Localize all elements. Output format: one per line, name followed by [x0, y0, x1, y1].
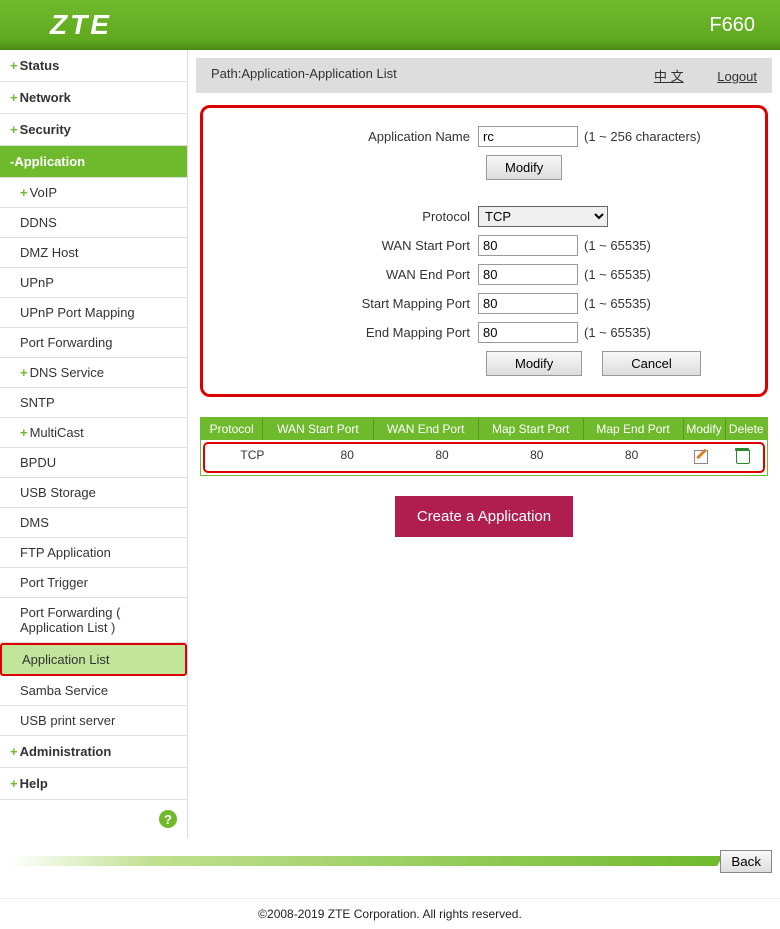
nav-help[interactable]: +Help: [0, 768, 187, 800]
nav-port-forwarding[interactable]: Port Forwarding: [0, 328, 187, 358]
nav-ftp-application[interactable]: FTP Application: [0, 538, 187, 568]
nav-upnp[interactable]: UPnP: [0, 268, 187, 298]
protocol-select[interactable]: TCP: [478, 206, 608, 227]
app-name-input[interactable]: [478, 126, 578, 147]
nav-network[interactable]: +Network: [0, 82, 187, 114]
nav-application-list[interactable]: Application List: [0, 643, 187, 676]
nav-bpdu[interactable]: BPDU: [0, 448, 187, 478]
expand-icon: +: [10, 776, 18, 791]
expand-icon: +: [10, 122, 18, 137]
nav-ddns[interactable]: DDNS: [0, 208, 187, 238]
nav-multicast[interactable]: +MultiCast: [0, 418, 187, 448]
logout-link[interactable]: Logout: [717, 69, 757, 84]
wan-start-input[interactable]: [478, 235, 578, 256]
cancel-button[interactable]: Cancel: [602, 351, 700, 376]
nav-voip[interactable]: +VoIP: [0, 178, 187, 208]
map-start-input[interactable]: [478, 293, 578, 314]
port-hint: (1 ~ 65535): [584, 325, 651, 340]
wan-end-label: WAN End Port: [218, 267, 478, 282]
cell-wan-start: 80: [300, 444, 395, 471]
map-end-label: End Mapping Port: [218, 325, 478, 340]
wan-start-label: WAN Start Port: [218, 238, 478, 253]
nav-application[interactable]: -Application: [0, 146, 187, 178]
language-link[interactable]: 中 文: [654, 69, 684, 84]
create-application-button[interactable]: Create a Application: [395, 496, 573, 537]
main-content: Path:Application-Application List 中 文 Lo…: [188, 50, 780, 838]
port-table: Protocol WAN Start Port WAN End Port Map…: [200, 417, 768, 476]
wan-end-input[interactable]: [478, 264, 578, 285]
protocol-label: Protocol: [218, 209, 478, 224]
sidebar: +Status +Network +Security -Application …: [0, 50, 188, 838]
expand-icon: +: [10, 90, 18, 105]
port-hint: (1 ~ 65535): [584, 296, 651, 311]
nav-dmz[interactable]: DMZ Host: [0, 238, 187, 268]
form-box: Application Name (1 ~ 256 characters) Mo…: [200, 105, 768, 397]
logo: ZTE: [50, 9, 112, 41]
breadcrumb-bar: Path:Application-Application List 中 文 Lo…: [196, 58, 772, 93]
footer: Back: [0, 848, 780, 898]
header: ZTE F660: [0, 0, 780, 50]
modify-name-button[interactable]: Modify: [486, 155, 562, 180]
nav-status[interactable]: +Status: [0, 50, 187, 82]
edit-icon[interactable]: [692, 448, 708, 464]
app-name-hint: (1 ~ 256 characters): [584, 129, 701, 144]
help-icon[interactable]: ?: [159, 810, 177, 828]
nav-port-forwarding-app-list[interactable]: Port Forwarding ( Application List ): [0, 598, 187, 643]
cell-wan-end: 80: [395, 444, 490, 471]
footer-stripe: [7, 856, 723, 866]
col-wan-end: WAN End Port: [373, 418, 478, 440]
col-map-end: Map End Port: [583, 418, 683, 440]
app-name-label: Application Name: [218, 129, 478, 144]
delete-icon[interactable]: [734, 448, 750, 464]
nav-usb-print[interactable]: USB print server: [0, 706, 187, 736]
back-button[interactable]: Back: [720, 850, 772, 873]
cell-map-start: 80: [489, 444, 584, 471]
nav-upnp-port-mapping[interactable]: UPnP Port Mapping: [0, 298, 187, 328]
map-end-input[interactable]: [478, 322, 578, 343]
table-row: TCP 80 80 80 80: [203, 442, 765, 473]
col-wan-start: WAN Start Port: [263, 418, 373, 440]
copyright: ©2008-2019 ZTE Corporation. All rights r…: [0, 898, 780, 929]
nav-administration[interactable]: +Administration: [0, 736, 187, 768]
col-modify: Modify: [683, 418, 725, 440]
nav-samba[interactable]: Samba Service: [0, 676, 187, 706]
modify-port-button[interactable]: Modify: [486, 351, 582, 376]
expand-icon: +: [10, 58, 18, 73]
expand-icon: +: [20, 365, 28, 380]
port-hint: (1 ~ 65535): [584, 267, 651, 282]
expand-icon: +: [20, 185, 28, 200]
breadcrumb: Path:Application-Application List: [211, 66, 397, 85]
map-start-label: Start Mapping Port: [218, 296, 478, 311]
port-hint: (1 ~ 65535): [584, 238, 651, 253]
col-map-start: Map Start Port: [478, 418, 583, 440]
model-label: F660: [709, 14, 755, 37]
nav-sntp[interactable]: SNTP: [0, 388, 187, 418]
nav-dms[interactable]: DMS: [0, 508, 187, 538]
cell-protocol: TCP: [205, 444, 300, 471]
nav-port-trigger[interactable]: Port Trigger: [0, 568, 187, 598]
nav-dns-service[interactable]: +DNS Service: [0, 358, 187, 388]
col-delete: Delete: [725, 418, 767, 440]
nav-security[interactable]: +Security: [0, 114, 187, 146]
expand-icon: +: [10, 744, 18, 759]
nav-usb-storage[interactable]: USB Storage: [0, 478, 187, 508]
cell-map-end: 80: [584, 444, 679, 471]
expand-icon: +: [20, 425, 28, 440]
col-protocol: Protocol: [201, 418, 263, 440]
